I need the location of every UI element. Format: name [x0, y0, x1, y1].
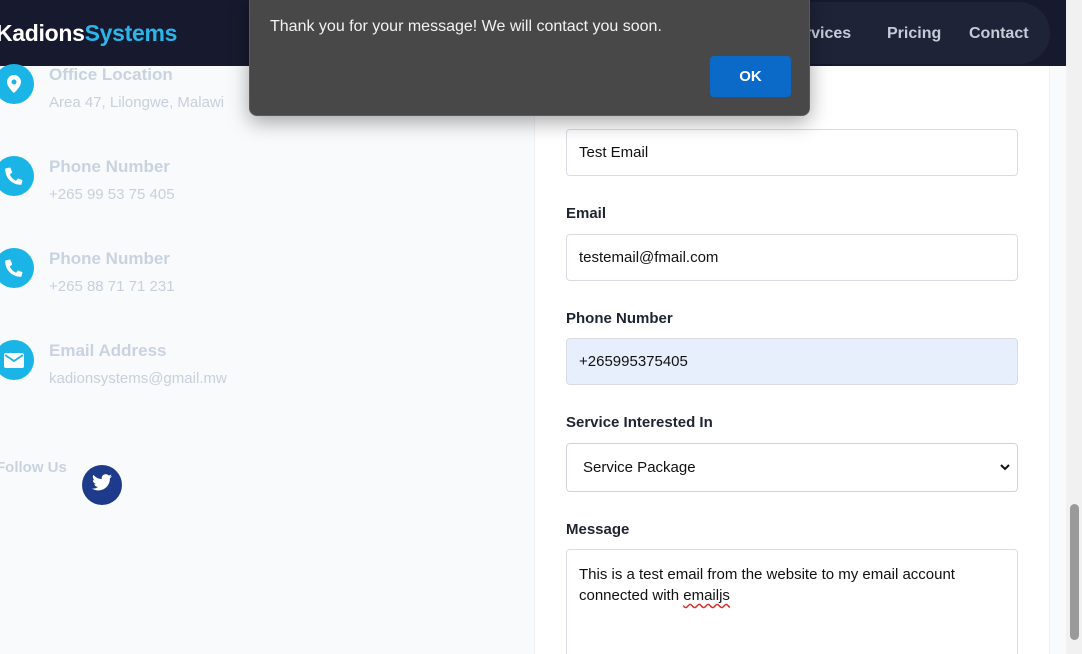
info-value: kadionsystems@gmail.mw [49, 370, 227, 387]
info-title: Phone Number [49, 157, 170, 176]
dialog-message: Thank you for your message! We will cont… [270, 18, 662, 35]
misspelled-word: emailjs [683, 587, 730, 604]
alert-dialog: Thank you for your message! We will cont… [249, 0, 810, 116]
phone-icon [0, 156, 34, 196]
message-label: Message [566, 521, 630, 538]
envelope-icon [0, 340, 34, 380]
email-field[interactable]: testemail@fmail.com [566, 234, 1018, 281]
email-label: Email [566, 205, 607, 222]
nav-link-contact[interactable]: Contact [969, 25, 1029, 43]
twitter-icon [92, 474, 112, 496]
follow-us-label: Follow Us [0, 459, 67, 476]
subject-field[interactable]: Test Email [566, 129, 1018, 176]
info-title: Email Address [49, 341, 167, 360]
ok-button[interactable]: OK [710, 56, 791, 97]
info-title: Phone Number [49, 249, 170, 268]
info-value: Area 47, Lilongwe, Malawi [49, 94, 225, 111]
phone-field[interactable]: +265995375405 [566, 338, 1018, 385]
message-textarea[interactable]: This is a test email from the website to… [566, 549, 1018, 654]
site-logo[interactable]: KadionsSystems [0, 20, 177, 47]
scrollbar-thumb[interactable] [1070, 504, 1079, 640]
map-pin-icon [0, 64, 34, 104]
service-label: Service Interested In [566, 414, 713, 431]
twitter-link[interactable] [82, 465, 122, 505]
chevron-down-icon [999, 460, 1011, 477]
phone-icon [0, 248, 34, 288]
service-select[interactable]: Service Package [566, 443, 1018, 492]
info-value: +265 99 53 75 405 [49, 186, 175, 203]
nav-link-pricing[interactable]: Pricing [887, 25, 941, 43]
info-value: +265 88 71 71 231 [49, 278, 175, 295]
info-title: Office Location [49, 65, 173, 84]
phone-label: Phone Number [566, 310, 673, 327]
